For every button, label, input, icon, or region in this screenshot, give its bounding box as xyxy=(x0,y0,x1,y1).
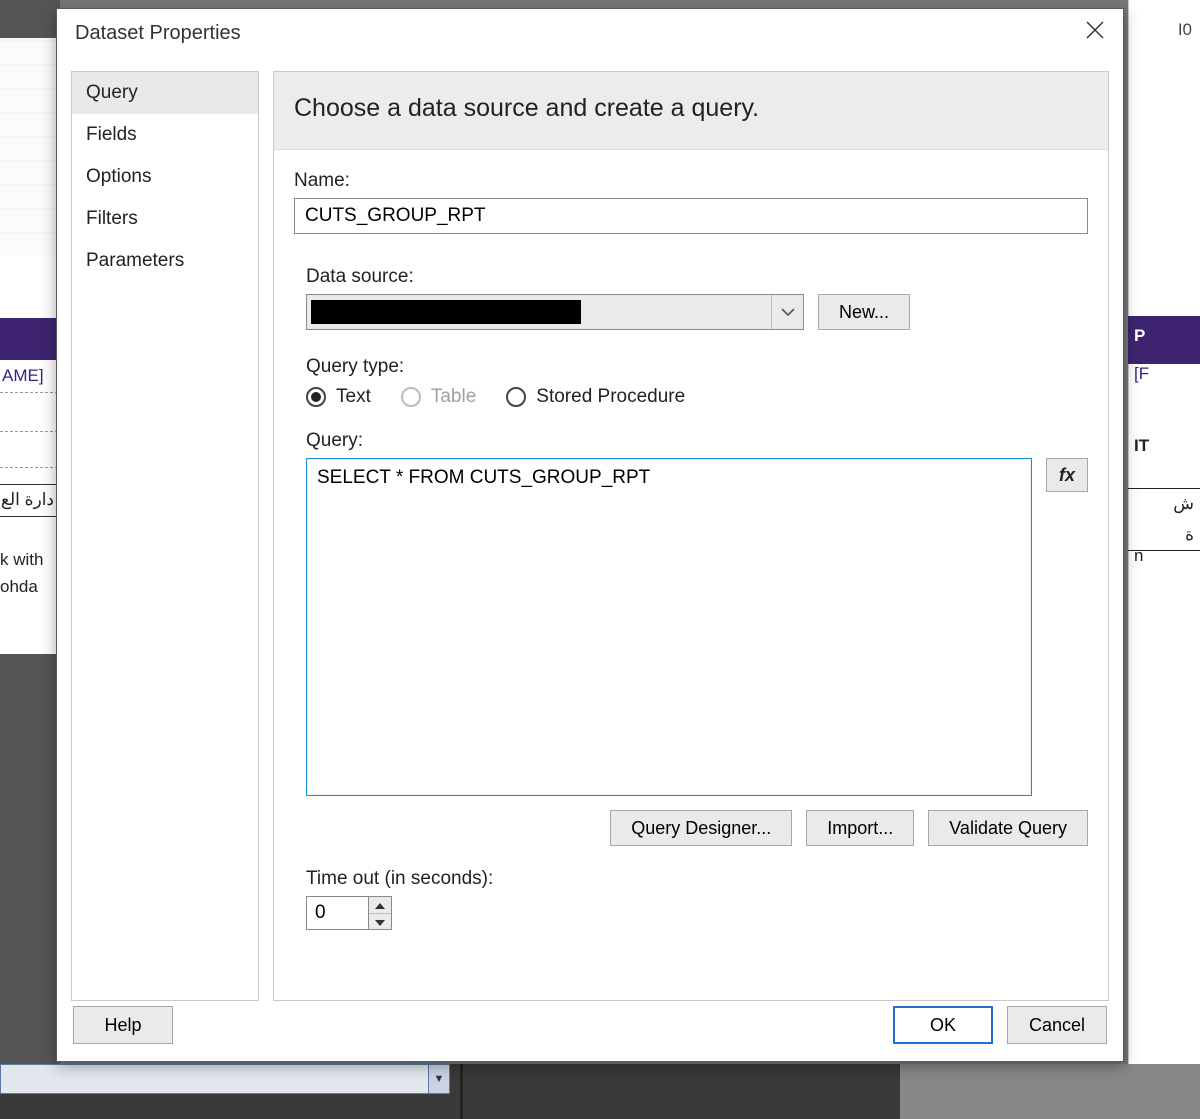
background-text: IT xyxy=(1128,436,1200,456)
nav-item-query[interactable]: Query xyxy=(72,72,258,114)
dataset-properties-dialog: Dataset Properties Query Fields Options … xyxy=(56,8,1124,1062)
close-button[interactable] xyxy=(1067,9,1123,57)
background-text: AME] xyxy=(0,360,58,393)
dialog-footer: Help OK Cancel xyxy=(57,1001,1123,1061)
timeout-spin-down[interactable] xyxy=(369,914,391,930)
radio-icon xyxy=(306,387,326,407)
validate-query-button[interactable]: Validate Query xyxy=(928,810,1088,846)
background-text: n xyxy=(1128,546,1200,566)
datasource-label: Data source: xyxy=(306,266,1088,288)
timeout-spinner xyxy=(368,896,392,930)
radio-icon xyxy=(506,387,526,407)
background-arabic: شة xyxy=(1128,488,1200,551)
cancel-button[interactable]: Cancel xyxy=(1007,1006,1107,1044)
radio-table-label: Table xyxy=(431,386,476,408)
ok-button[interactable]: OK xyxy=(893,1006,993,1044)
query-designer-button[interactable]: Query Designer... xyxy=(610,810,792,846)
nav-item-options[interactable]: Options xyxy=(72,156,258,198)
query-textarea[interactable] xyxy=(306,458,1032,796)
background-text: k withohda xyxy=(0,540,58,606)
content-pane: Choose a data source and create a query.… xyxy=(273,71,1109,1001)
background-gray-block xyxy=(900,1064,1200,1119)
content-heading: Choose a data source and create a query. xyxy=(274,72,1108,150)
nav-item-parameters[interactable]: Parameters xyxy=(72,240,258,282)
name-label: Name: xyxy=(294,170,1088,192)
chevron-up-icon xyxy=(375,897,385,912)
query-label: Query: xyxy=(306,430,1088,452)
background-purple-bar xyxy=(0,318,60,360)
datasource-combobox[interactable] xyxy=(306,294,804,330)
background-text: [F xyxy=(1128,364,1200,384)
datasource-value-redacted xyxy=(311,300,581,324)
timeout-input[interactable] xyxy=(306,896,368,930)
new-datasource-button[interactable]: New... xyxy=(818,294,910,330)
querytype-label: Query type: xyxy=(306,356,1088,378)
dialog-titlebar: Dataset Properties xyxy=(57,9,1123,57)
background-text: I0 xyxy=(1128,20,1200,40)
querytype-radiogroup: Text Table Stored Procedure xyxy=(306,386,1088,408)
background-arabic: دارة الع xyxy=(0,484,58,517)
background-grid xyxy=(0,38,60,256)
help-button[interactable]: Help xyxy=(73,1006,173,1044)
background-right-purple: P xyxy=(1128,316,1200,364)
dialog-title: Dataset Properties xyxy=(75,22,241,45)
background-separator xyxy=(460,1064,463,1119)
nav-item-fields[interactable]: Fields xyxy=(72,114,258,156)
timeout-spin-up[interactable] xyxy=(369,897,391,914)
radio-text[interactable]: Text xyxy=(306,386,371,408)
chevron-down-icon xyxy=(375,914,385,929)
background-dashes xyxy=(0,396,58,468)
name-input[interactable] xyxy=(294,198,1088,234)
background-dropdown-button: ▼ xyxy=(428,1064,450,1094)
nav-item-filters[interactable]: Filters xyxy=(72,198,258,240)
radio-text-label: Text xyxy=(336,386,371,408)
close-icon xyxy=(1086,21,1104,45)
radio-table: Table xyxy=(401,386,476,408)
fx-icon: fx xyxy=(1059,465,1075,486)
chevron-down-icon xyxy=(771,295,803,329)
background-dropdown-panel xyxy=(0,1064,450,1094)
nav-pane: Query Fields Options Filters Parameters xyxy=(71,71,259,1001)
expression-button[interactable]: fx xyxy=(1046,458,1088,492)
import-button[interactable]: Import... xyxy=(806,810,914,846)
radio-sp-label: Stored Procedure xyxy=(536,386,685,408)
radio-icon xyxy=(401,387,421,407)
timeout-label: Time out (in seconds): xyxy=(306,868,1088,890)
radio-stored-procedure[interactable]: Stored Procedure xyxy=(506,386,685,408)
